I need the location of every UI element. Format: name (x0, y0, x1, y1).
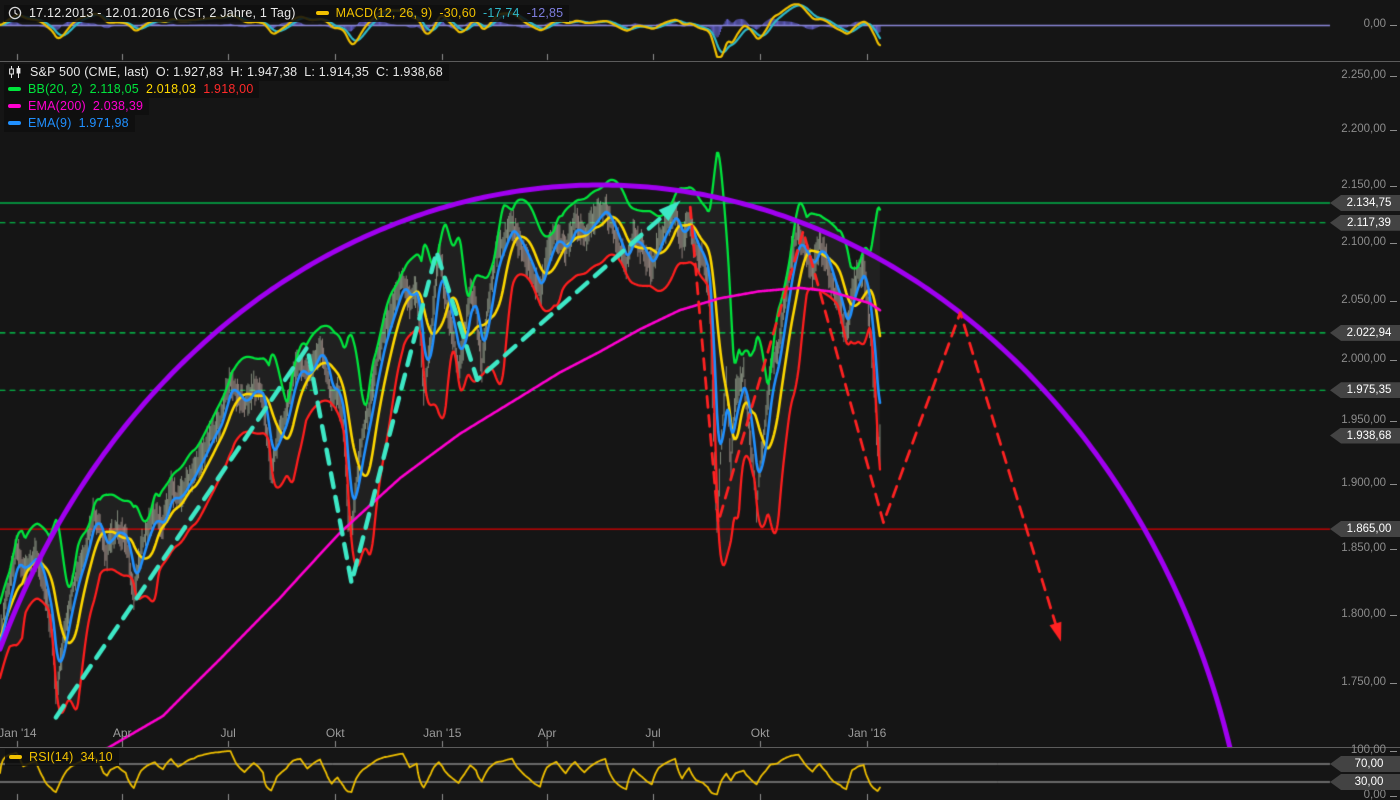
chart-canvas[interactable] (0, 0, 1400, 800)
chart-window: 17.12.2013 - 12.01.2016 (CST, 2 Jahre, 1… (0, 0, 1400, 800)
